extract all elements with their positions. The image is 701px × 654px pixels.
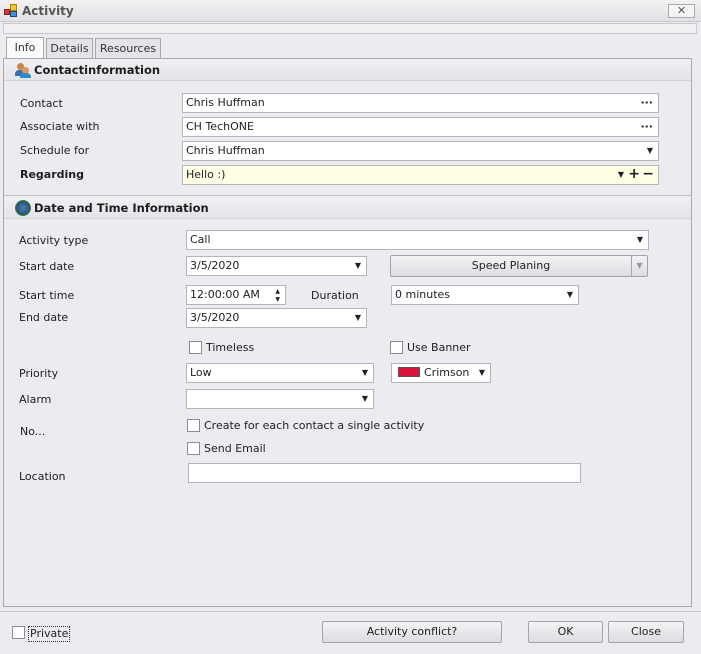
start-date-picker[interactable]: 3/5/2020 ▼ [186, 256, 367, 276]
ellipsis-icon[interactable]: ··· [640, 94, 653, 112]
contact-section-header: Contactinformation [4, 60, 691, 81]
tab-info[interactable]: Info [6, 37, 44, 59]
private-checkbox[interactable] [12, 626, 25, 639]
start-time-label: Start time [19, 289, 75, 302]
chevron-down-icon[interactable]: ▼ [618, 166, 624, 184]
chevron-down-icon: ▼ [354, 261, 361, 270]
clock-icon [15, 200, 31, 216]
title-bar [0, 0, 701, 22]
single-activity-label: Create for each contact a single activit… [204, 419, 425, 432]
send-email-checkbox[interactable] [187, 442, 200, 455]
chevron-down-icon: ▼ [478, 368, 485, 377]
duration-label: Duration [311, 289, 359, 302]
speed-planing-button[interactable]: Speed Planing [390, 255, 632, 277]
contacts-icon [15, 63, 31, 78]
divider [4, 195, 691, 196]
chevron-down-icon: ▼ [354, 313, 361, 322]
regarding-field[interactable]: Hello :) ▼ + − [182, 165, 659, 185]
schedule-label: Schedule for [20, 144, 90, 157]
alarm-label: Alarm [19, 393, 52, 406]
alarm-dropdown[interactable]: ▼ [186, 389, 374, 409]
close-button[interactable]: Close [608, 621, 684, 643]
priority-dropdown[interactable]: Low ▼ [186, 363, 374, 383]
contact-label: Contact [20, 97, 63, 110]
start-time-spinner[interactable]: 12:00:00 AM ▲ ▼ [186, 285, 286, 305]
priority-label: Priority [19, 367, 59, 380]
app-icon [4, 4, 18, 18]
chevron-down-icon: ▼ [636, 235, 643, 244]
single-activity-checkbox[interactable] [187, 419, 200, 432]
toolbar-strip [3, 23, 697, 34]
window-title: Activity [22, 4, 74, 18]
activity-type-label: Activity type [19, 234, 89, 247]
schedule-dropdown[interactable]: Chris Huffman ▼ [182, 141, 659, 161]
speed-planing-dropdown[interactable]: ▼ [631, 255, 648, 277]
ellipsis-icon[interactable]: ··· [640, 118, 653, 136]
private-label: Private [28, 626, 71, 642]
use-banner-label: Use Banner [407, 341, 471, 354]
send-email-label: Send Email [204, 442, 266, 455]
use-banner-checkbox[interactable] [390, 341, 403, 354]
no-label: No... [20, 425, 46, 438]
associate-label: Associate with [20, 120, 100, 133]
activity-type-dropdown[interactable]: Call ▼ [186, 230, 649, 250]
location-input[interactable] [188, 463, 581, 483]
duration-dropdown[interactable]: 0 minutes ▼ [391, 285, 579, 305]
date-section-header: Date and Time Information [4, 198, 691, 219]
timeless-label: Timeless [206, 341, 255, 354]
activity-conflict-button[interactable]: Activity conflict? [322, 621, 502, 643]
location-label: Location [19, 470, 66, 483]
associate-field[interactable]: CH TechONE ··· [182, 117, 659, 137]
start-date-label: Start date [19, 260, 75, 273]
minus-icon[interactable]: − [642, 166, 654, 183]
chevron-down-icon: ▼ [636, 261, 643, 270]
tab-resources[interactable]: Resources [95, 38, 161, 59]
color-dropdown[interactable]: Crimson ▼ [391, 363, 491, 383]
end-date-picker[interactable]: 3/5/2020 ▼ [186, 308, 367, 328]
chevron-down-icon: ▼ [361, 368, 368, 377]
contact-field[interactable]: Chris Huffman ··· [182, 93, 659, 113]
section-title: Date and Time Information [34, 201, 209, 215]
ok-button[interactable]: OK [528, 621, 603, 643]
color-swatch [398, 367, 420, 377]
spin-icon[interactable]: ▲ ▼ [275, 288, 280, 304]
chevron-down-icon: ▼ [566, 290, 573, 299]
plus-icon[interactable]: + [628, 166, 640, 183]
close-window-button[interactable]: ✕ [668, 4, 695, 18]
end-date-label: End date [19, 311, 69, 324]
tab-details[interactable]: Details [46, 38, 93, 59]
chevron-down-icon: ▼ [646, 146, 653, 155]
chevron-down-icon: ▼ [361, 394, 368, 403]
section-title: Contactinformation [34, 63, 161, 77]
divider [0, 611, 701, 612]
timeless-checkbox[interactable] [189, 341, 202, 354]
regarding-label: Regarding [20, 168, 85, 181]
